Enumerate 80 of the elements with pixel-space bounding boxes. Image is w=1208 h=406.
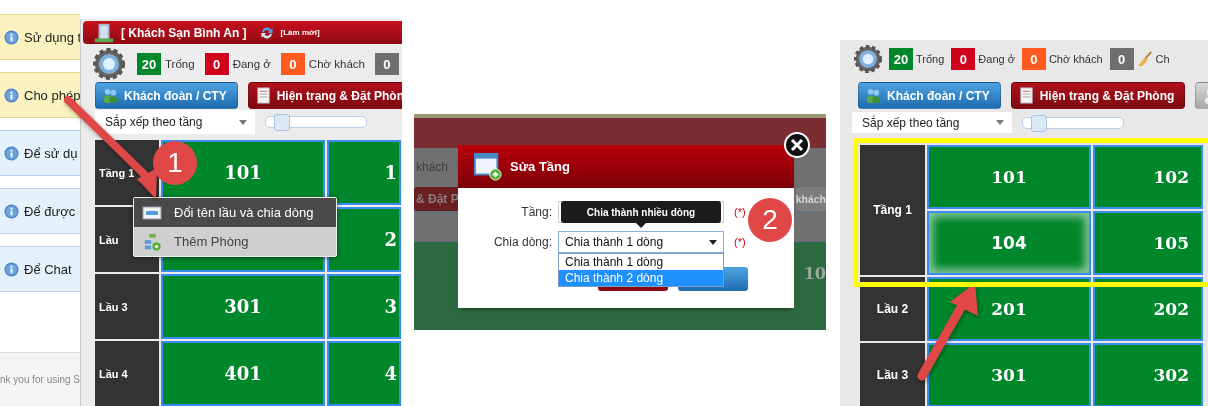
floor-label[interactable]: Lầu 3 [95,274,159,339]
info-icon [4,87,19,103]
room-tile[interactable]: 3 [327,274,401,339]
status-count: 0 [1109,48,1134,70]
status-count: 0 [204,53,229,75]
sort-select[interactable]: Sắp xếp theo tầng [95,110,255,134]
building-icon [93,21,115,44]
toolbar-button[interactable]: khách [795,187,826,211]
menu-item[interactable]: Đổi tên lầu và chia dòng [134,198,336,227]
notice-text: Để sử dụ [24,145,78,161]
status-label: Chờ khách [308,58,365,70]
required-mark: (*) [734,236,746,248]
dialog-title: Sửa Tầng [510,159,570,174]
status-count: 20 [137,53,161,75]
dropdown-option[interactable]: Chia thành 1 dòng [559,254,723,270]
add-room-icon [142,232,162,251]
toolbar-button[interactable]: Khách đoàn / CTY [95,82,238,109]
status-count: 0 [375,53,399,75]
room-tile[interactable]: 105 [1093,211,1203,275]
floor-label[interactable]: Lầu 2 [860,277,925,341]
floor-label[interactable]: Lầu 3 [860,343,925,406]
info-icon [4,203,19,219]
room-tile[interactable]: 2 [327,207,401,272]
status-label: Đang ở [978,53,1015,65]
toolbar-button[interactable]: Khách đoàn / CTY [858,82,1001,109]
zoom-slider[interactable] [265,116,367,128]
caret-icon [239,119,247,125]
info-icon [4,145,19,161]
rename-icon [142,203,162,222]
status-label: Ch [1155,53,1170,65]
room-tile[interactable]: 302 [1093,343,1203,406]
room-tile[interactable]: 401 [161,341,325,406]
sort-select[interactable]: Sắp xếp theo tầng [852,112,1012,133]
info-icon [4,29,19,45]
status-label: Chờ khách [1048,53,1103,65]
status-label: Trống [916,53,945,65]
tooltip: Chia thành nhiều dòng [561,201,721,223]
status-label: Trống [165,58,195,70]
floor-label[interactable]: Tầng 1 [860,145,925,275]
status-count: 0 [1021,48,1046,70]
room-tile[interactable]: 102 [1093,145,1203,209]
slider-thumb[interactable] [1031,114,1047,132]
tooltip-pointer [636,223,646,228]
caret-icon [709,239,717,245]
status-label: Đang ở [232,58,271,70]
window-add-icon [474,152,502,181]
info-icon [4,261,19,277]
zoom-slider[interactable] [1022,116,1124,129]
document-icon [254,87,272,104]
status-count: 20 [889,48,913,70]
people-icon [102,87,119,104]
floor-label[interactable]: Lầu 4 [95,341,159,406]
room-tile[interactable]: 10 [803,264,826,283]
room-tile[interactable]: 104 [927,211,1091,275]
toolbar-button[interactable]: Hiện trạng & Đặt Phòng [1010,82,1186,109]
room-tile[interactable]: 301 [927,343,1091,406]
slider-thumb[interactable] [274,114,290,131]
room-tile[interactable]: 301 [161,274,325,339]
room-tile[interactable]: 202 [1093,277,1203,341]
room-tile[interactable]: 101 [927,145,1091,209]
hotel-name: [ Khách Sạn Bình An ] [121,25,247,40]
broom-icon [1136,51,1153,67]
settings-icon[interactable] [854,45,882,73]
field-label: Chia dòng: [492,235,552,249]
status-count: 0 [280,53,305,75]
caret-icon [996,120,1004,125]
notice-text: Để được [24,203,76,219]
settings-icon[interactable] [93,48,125,80]
dropdown-option[interactable]: Chia thành 2 dòng [559,270,723,286]
field-label: Tầng: [520,205,552,219]
footer-text: nk you for using S [0,374,81,385]
document-icon [1017,87,1035,104]
notice-text: Để Chat [24,261,72,277]
refresh-link[interactable]: [Làm mới] [280,28,320,37]
status-count: 0 [951,48,976,70]
people-icon [865,87,882,104]
room-tile[interactable]: 1 [327,140,401,205]
required-mark: (*) [734,206,746,218]
room-tile[interactable]: 4 [327,341,401,406]
rows-select[interactable]: Chia thành 1 dòng [558,231,724,253]
